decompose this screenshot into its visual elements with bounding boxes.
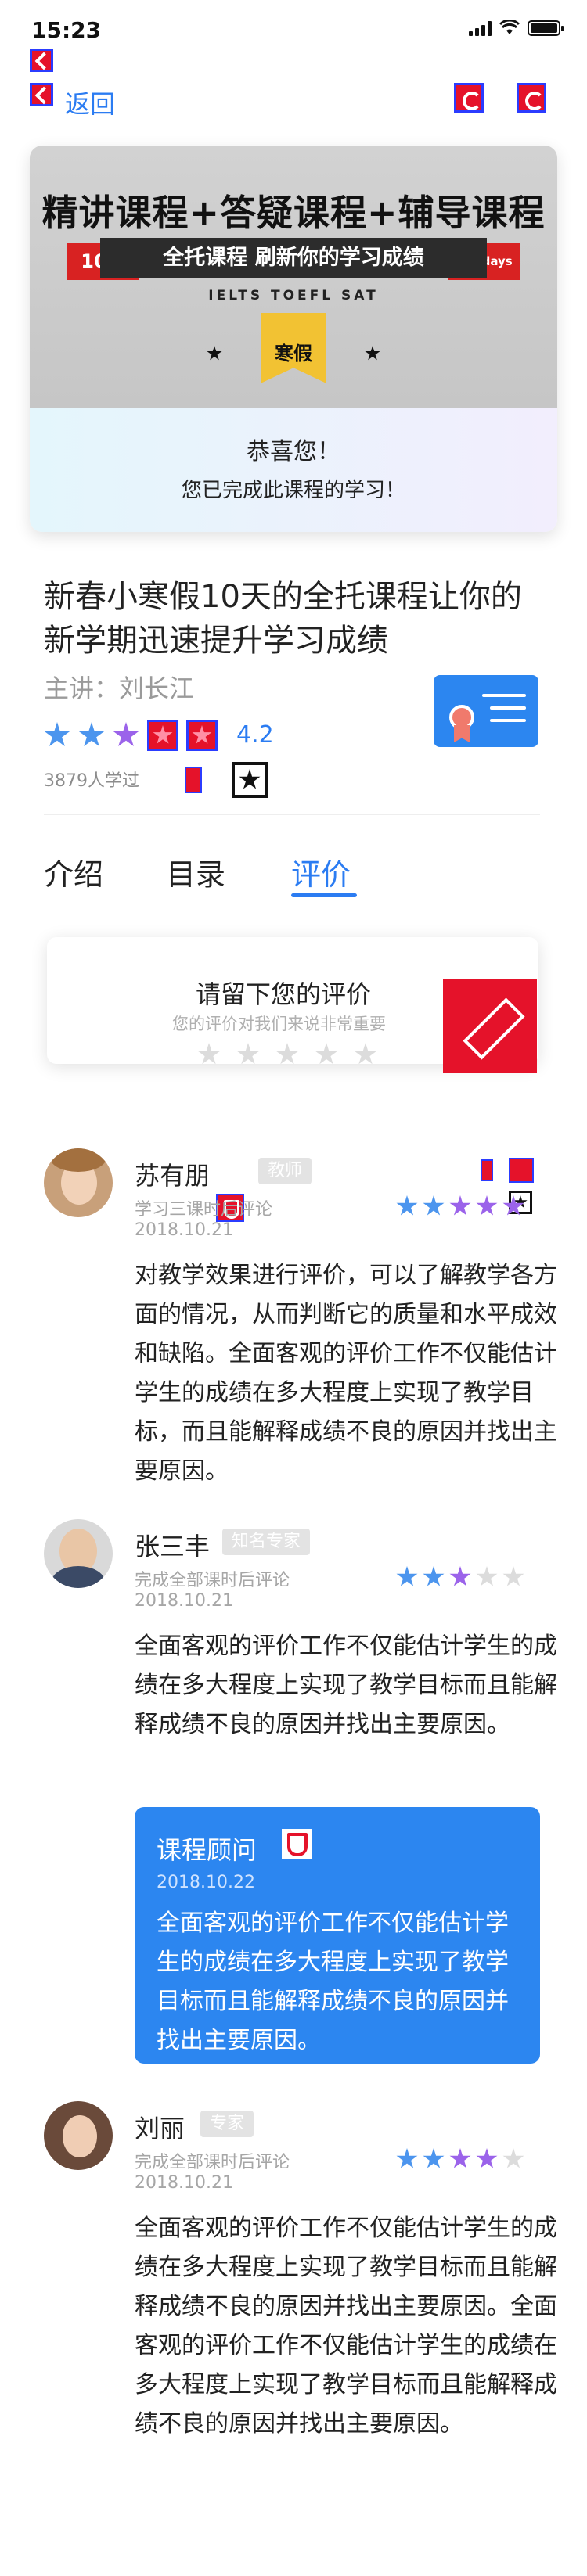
collect-icon[interactable] <box>454 83 484 113</box>
back-chevron-icon[interactable] <box>30 49 53 72</box>
tab-catalog[interactable]: 目录 <box>166 850 225 893</box>
course-title: 新春小寒假10天的全托课程让你的新学期迅速提升学习成绩 <box>44 579 522 659</box>
learner-count: 3879人学过 <box>44 771 139 791</box>
review-date: 2018.10.21 <box>135 2173 233 2193</box>
lecturer: 主讲：刘长江 <box>44 674 195 703</box>
review-context: 完成全部课时后评论 <box>135 1571 290 1590</box>
completion-message: 恭喜您！ 您已完成此课程的学习！ <box>30 408 557 532</box>
star-icon <box>396 1195 418 1216</box>
star-icon <box>113 722 139 746</box>
reviewer-tag: 教师 <box>258 1158 312 1184</box>
signal-icon <box>469 20 492 36</box>
star-outline-icon <box>232 762 268 798</box>
star-icon <box>78 722 105 746</box>
star-icon[interactable] <box>354 1043 377 1065</box>
review-text: 全面客观的评价工作不仅能估计学生的成绩在多大程度上实现了教学目标而且能解释成绩不… <box>135 1633 557 1738</box>
star-icon <box>449 1566 471 1586</box>
reply-date: 2018.10.22 <box>157 1873 255 1892</box>
star-icon <box>449 2148 471 2168</box>
review-text: 全面客观的评价工作不仅能估计学生的成绩在多大程度上实现了教学目标而且能解释成绩不… <box>135 2215 557 2438</box>
advisor-reply: 课程顾问 2018.10.22 全面客观的评价工作不仅能估计学生的成绩在多大程度… <box>135 1807 540 2064</box>
star-icon[interactable] <box>315 1043 338 1065</box>
wifi-icon <box>499 20 520 34</box>
back-label[interactable]: 返回 <box>65 84 115 120</box>
course-rating-stars <box>44 720 218 751</box>
star-icon <box>502 1195 524 1216</box>
winter-badge: 寒假 <box>261 313 326 383</box>
review-context: 完成全部课时后评论 <box>135 2153 290 2172</box>
star-icon <box>186 720 218 751</box>
star-icon <box>396 2148 418 2168</box>
half-star-icon <box>185 767 202 793</box>
star-icon <box>502 1566 524 1586</box>
battery-icon <box>528 20 564 36</box>
review-date: 2018.10.21 <box>135 1591 233 1611</box>
certificate-icon[interactable] <box>434 675 538 747</box>
star-icon <box>423 1195 445 1216</box>
avatar <box>44 1519 113 1588</box>
back-button[interactable] <box>30 83 53 106</box>
star-icon <box>365 346 380 361</box>
status-time: 15:23 <box>31 17 102 43</box>
rating-input-stars[interactable] <box>197 1043 377 1066</box>
half-star-icon <box>481 1159 493 1181</box>
reply-text: 全面客观的评价工作不仅能估计学生的成绩在多大程度上实现了教学目标而且能解释成绩不… <box>157 1910 509 2054</box>
reviewer-name: 苏有朋 <box>135 1161 211 1191</box>
star-icon <box>147 720 178 751</box>
star-icon[interactable] <box>236 1043 260 1065</box>
review-date: 2018.10.21 <box>135 1220 233 1240</box>
review-stars <box>396 2148 524 2170</box>
star-icon <box>476 1566 498 1586</box>
share-icon[interactable] <box>517 83 546 113</box>
review-text: 对教学效果进行评价，可以了解教学各方面的情况，从而判断它的质量和水平成效和缺陷。… <box>135 1262 557 1485</box>
star-icon <box>502 2148 524 2168</box>
review-stars <box>396 1195 524 1217</box>
banner-ribbon: 全托课程 刷新你的学习成绩 <box>100 238 487 278</box>
prompt-subtitle: 您的评价对我们来说非常重要 <box>172 1015 386 1033</box>
star-icon[interactable] <box>275 1043 299 1065</box>
avatar <box>44 1148 113 1217</box>
star-icon <box>509 1158 534 1183</box>
reviewer-tag: 专家 <box>200 2111 254 2137</box>
star-icon <box>423 1566 445 1586</box>
banner-exams: IELTS TOEFL SAT <box>208 288 379 304</box>
review-context: 学习三课时后评论 <box>135 1200 273 1220</box>
star-icon <box>476 2148 498 2168</box>
tab-indicator <box>291 893 357 897</box>
banner-headline: 精讲课程+答疑课程+辅导课程 <box>41 192 546 234</box>
tab-intro[interactable]: 介绍 <box>44 850 103 893</box>
congrats-message: 您已完成此课程的学习！ <box>181 479 405 502</box>
edit-pencil-icon[interactable] <box>443 979 537 1073</box>
course-banner-image: 精讲课程+答疑课程+辅导课程 10天 Ten days 全托课程 刷新你的学习成… <box>30 146 557 408</box>
reply-title: 课程顾问 <box>157 1835 257 1865</box>
review-stars <box>396 1566 524 1588</box>
star-icon <box>449 1195 471 1216</box>
star-icon[interactable] <box>197 1043 221 1065</box>
star-icon <box>396 1566 418 1586</box>
congrats-title: 恭喜您！ <box>247 438 340 465</box>
reviewer-name: 刘丽 <box>135 2114 185 2143</box>
avatar <box>44 2101 113 2170</box>
reviewer-tag: 知名专家 <box>222 1529 311 1555</box>
star-icon <box>44 722 70 746</box>
course-banner-card: 精讲课程+答疑课程+辅导课程 10天 Ten days 全托课程 刷新你的学习成… <box>30 146 557 532</box>
rating-value: 4.2 <box>236 721 274 749</box>
prompt-title: 请留下您的评价 <box>196 979 372 1009</box>
status-icons <box>469 20 564 36</box>
divider <box>44 814 540 815</box>
star-icon <box>423 2148 445 2168</box>
verified-shield-icon <box>282 1829 312 1859</box>
tab-reviews[interactable]: 评价 <box>291 850 351 893</box>
star-icon <box>207 346 222 361</box>
star-icon <box>476 1195 498 1216</box>
reviewer-name: 张三丰 <box>135 1532 211 1561</box>
